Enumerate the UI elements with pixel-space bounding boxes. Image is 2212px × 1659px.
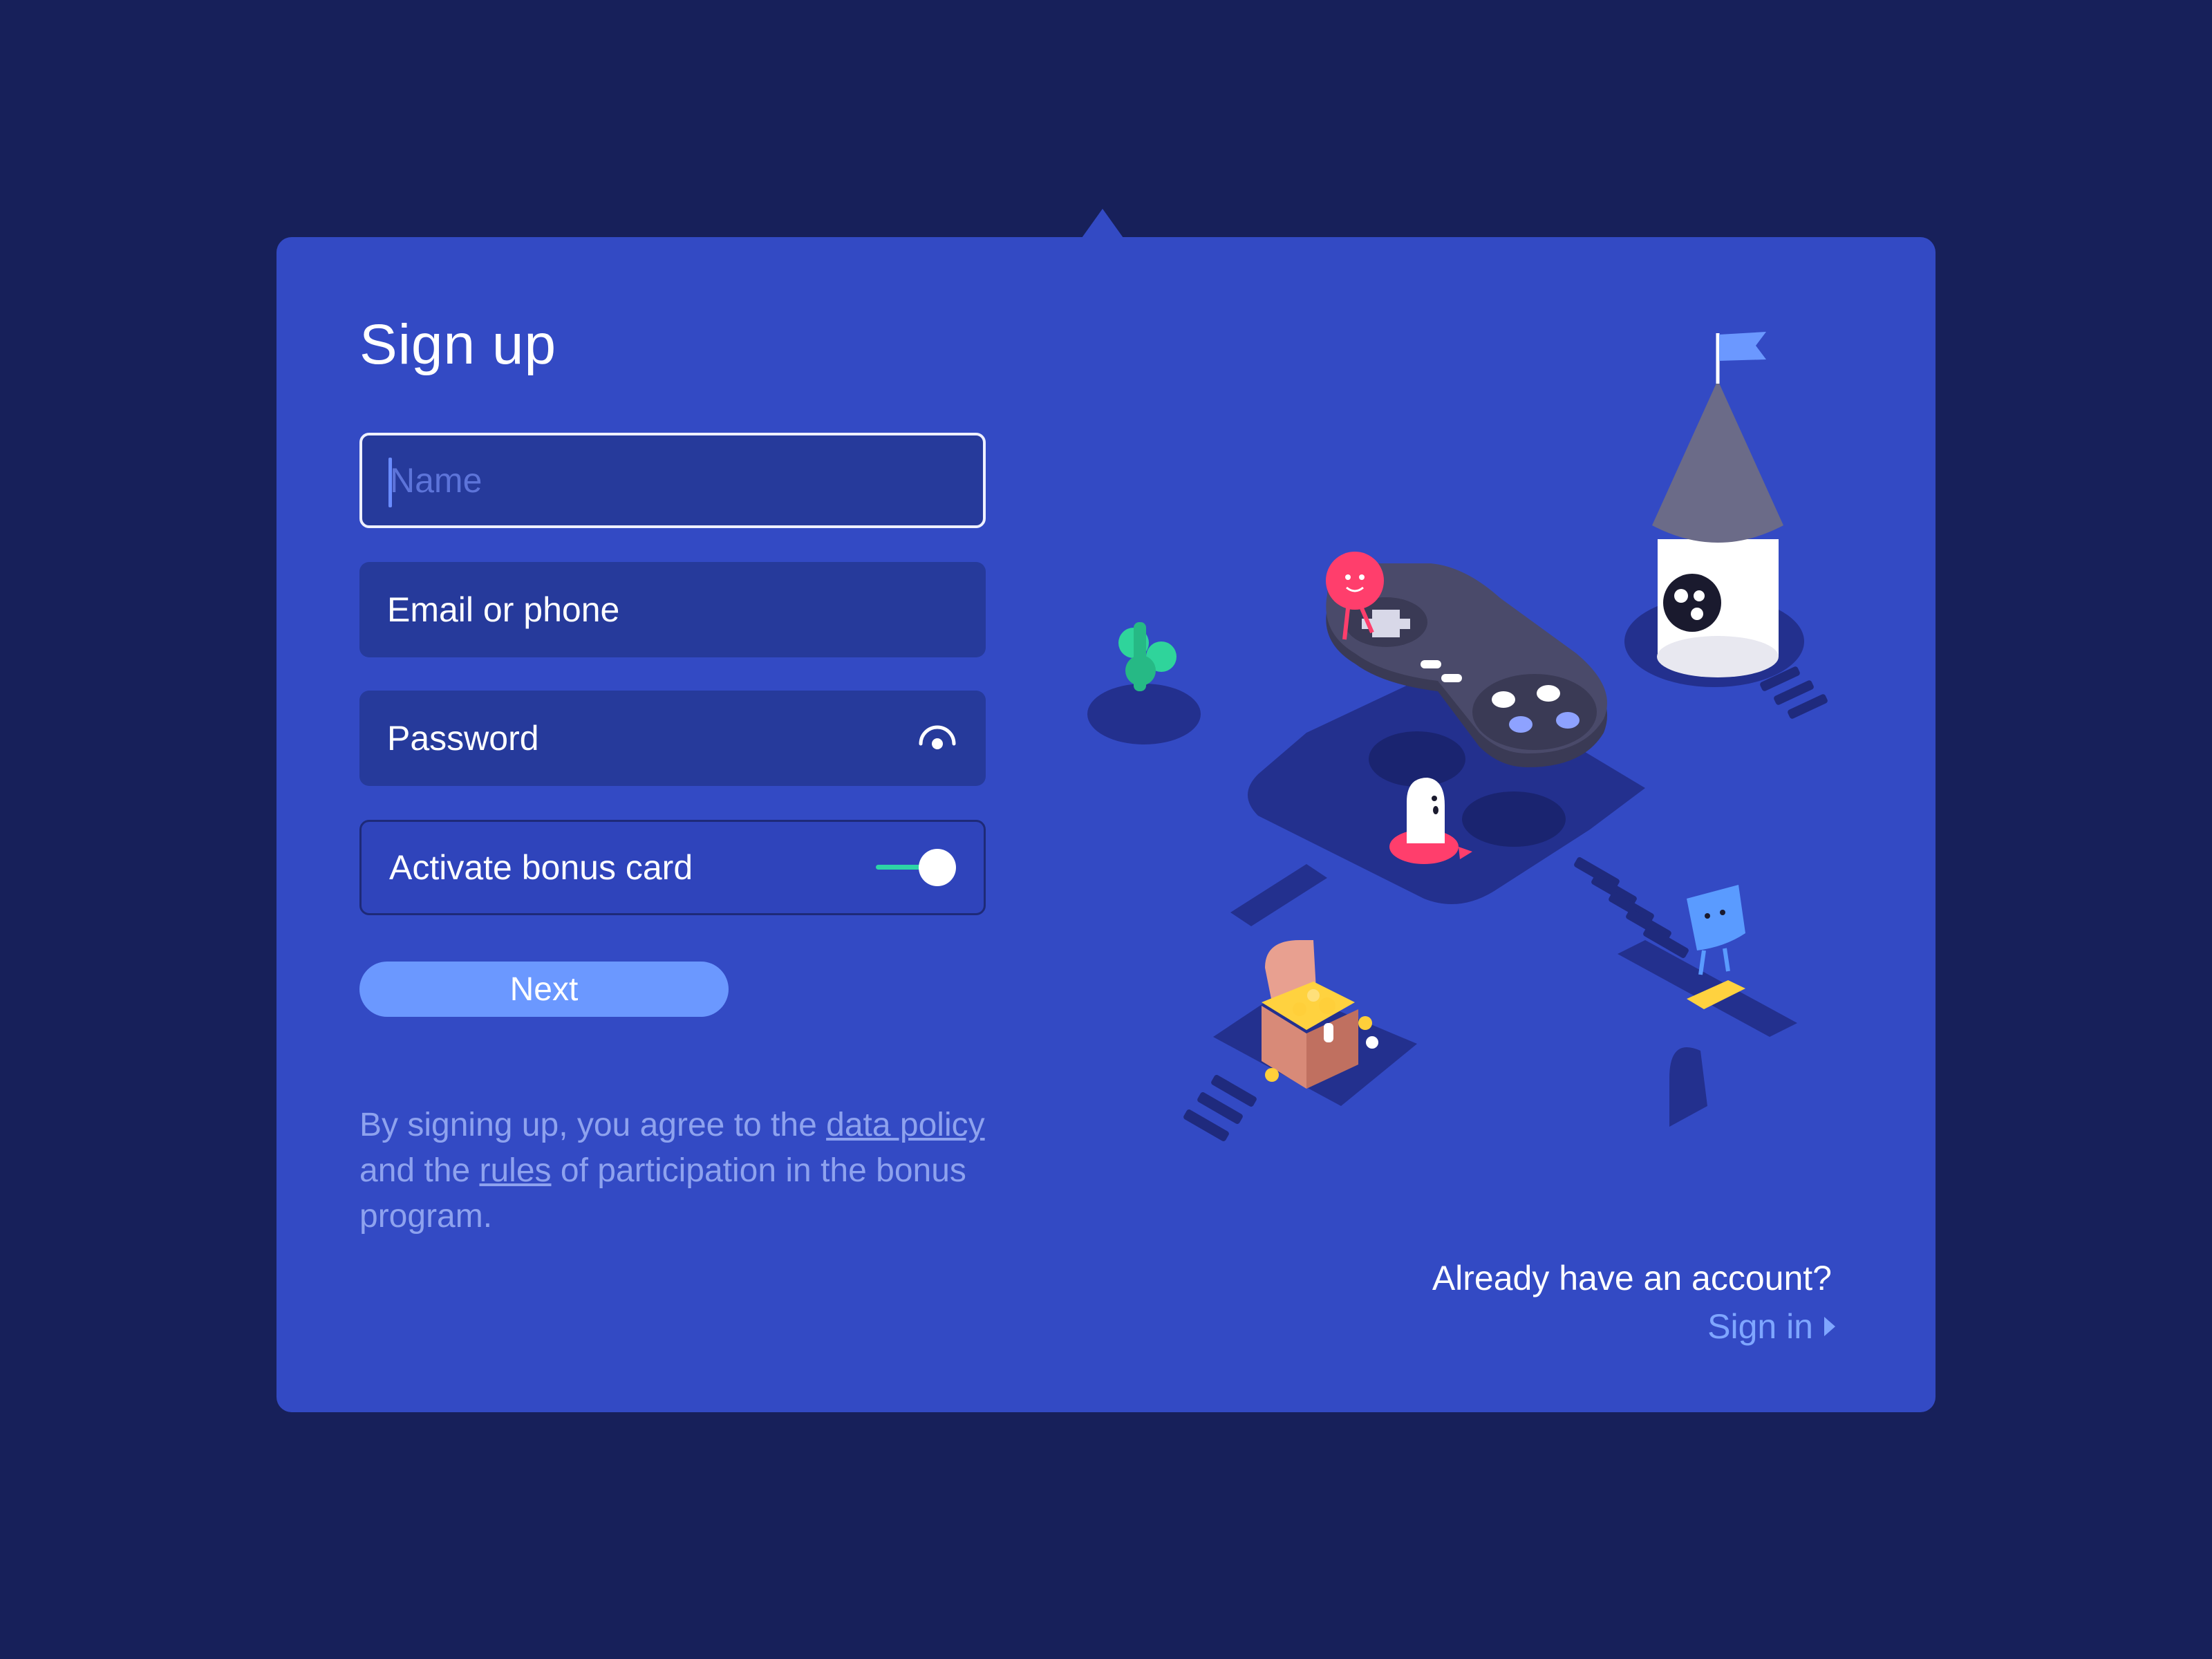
caret-right-icon bbox=[1824, 1317, 1835, 1336]
eye-icon[interactable] bbox=[917, 718, 958, 759]
sign-in-label: Sign in bbox=[1707, 1307, 1813, 1346]
name-input[interactable] bbox=[390, 460, 955, 500]
password-field-label: Password bbox=[387, 719, 539, 758]
next-button[interactable]: Next bbox=[359, 962, 729, 1017]
rules-link[interactable]: rules bbox=[479, 1152, 551, 1189]
clover-icon bbox=[1118, 622, 1177, 691]
terms-text: By signing up, you agree to the data pol… bbox=[359, 1103, 995, 1239]
terms-middle: and the bbox=[359, 1152, 480, 1189]
sign-in-link[interactable]: Sign in bbox=[1707, 1306, 1835, 1347]
tower-icon bbox=[1652, 332, 1783, 677]
path-right bbox=[1618, 940, 1797, 1037]
card-pointer bbox=[1082, 209, 1123, 238]
already-have-account-text: Already have an account? bbox=[1432, 1259, 1832, 1297]
arch-shape bbox=[1669, 1047, 1707, 1127]
data-policy-link[interactable]: data policy bbox=[826, 1107, 984, 1143]
toggle-knob[interactable] bbox=[919, 849, 956, 886]
path-left bbox=[1230, 864, 1327, 926]
island-clover bbox=[1087, 684, 1201, 744]
bonus-card-label: Activate bonus card bbox=[389, 848, 693, 887]
text-caret bbox=[388, 458, 392, 507]
email-field-label: Email or phone bbox=[387, 590, 620, 629]
terms-prefix: By signing up, you agree to the bbox=[359, 1107, 827, 1143]
email-field[interactable]: Email or phone bbox=[359, 562, 986, 657]
game-illustration bbox=[1087, 332, 1828, 1141]
bonus-card-toggle[interactable] bbox=[876, 847, 956, 888]
page-title: Sign up bbox=[359, 313, 557, 376]
password-field[interactable]: Password bbox=[359, 691, 986, 786]
bonus-card-field: Activate bonus card bbox=[359, 820, 986, 915]
name-field[interactable] bbox=[359, 433, 986, 528]
